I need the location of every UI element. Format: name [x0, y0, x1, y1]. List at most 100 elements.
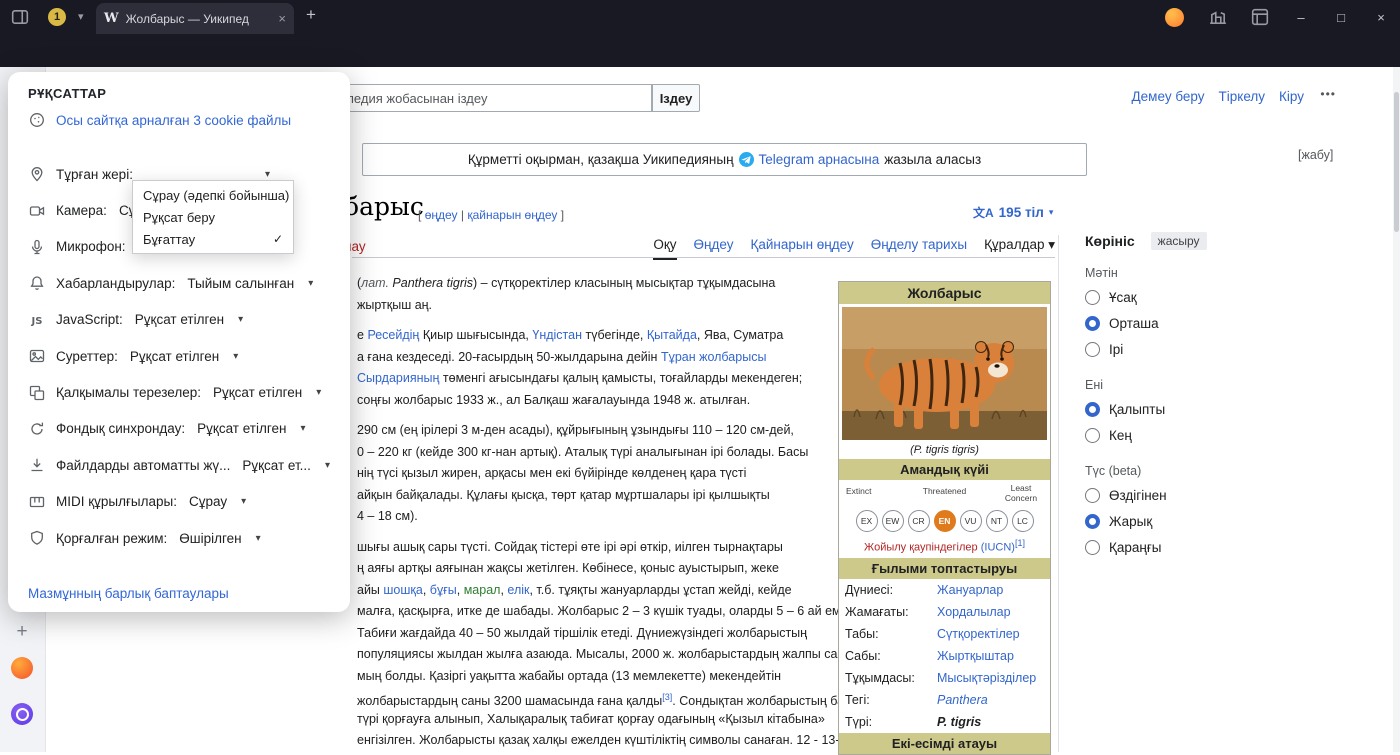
telegram-banner: Құрметті оқырман, қазақша Уикипедияның T… [362, 143, 1087, 176]
scrollbar-thumb[interactable] [1394, 92, 1399, 232]
permission-row[interactable]: Фондық синхрондау:Рұқсат етілген▾ [28, 411, 338, 447]
telegram-link[interactable]: Telegram арнасына [759, 152, 880, 167]
iucn-link[interactable]: (IUCN) [981, 542, 1015, 554]
radio-button[interactable] [1085, 540, 1100, 555]
radio-option[interactable]: Орташа [1085, 310, 1385, 336]
camera-icon [28, 203, 46, 219]
new-tab-button[interactable]: + [306, 5, 316, 25]
article-link[interactable]: Ресейдің [367, 328, 419, 342]
radio-label: Қараңғы [1109, 540, 1161, 555]
radio-option[interactable]: Жарық [1085, 508, 1385, 534]
banner-close-link[interactable]: [жабу] [1298, 148, 1333, 162]
minimize-button[interactable]: – [1284, 4, 1318, 30]
wiki-search-button[interactable]: Іздеу [652, 84, 700, 112]
taxonomy-value[interactable]: Хордалылар [937, 605, 1011, 619]
status-ref[interactable]: [1] [1015, 538, 1025, 548]
dropdown-item[interactable]: Сұрау (әдепкі бойынша) [133, 184, 293, 206]
article-link[interactable]: Сырдарияның [357, 371, 439, 385]
chevron-down-icon[interactable]: ▾ [233, 351, 238, 362]
article-link[interactable]: Тұран жолбарысы [661, 350, 767, 364]
header-link[interactable]: Кіру [1279, 89, 1304, 104]
page-scrollbar[interactable] [1393, 67, 1400, 752]
edit-link[interactable]: өңдеу [425, 208, 458, 222]
chevron-down-icon[interactable]: ▾ [241, 496, 246, 507]
permission-value[interactable]: Сұрау [189, 494, 227, 509]
tab-counter-button[interactable]: 1 [44, 5, 70, 29]
dropdown-item[interactable]: Бұғаттау✓ [133, 228, 293, 250]
radio-button[interactable] [1085, 514, 1100, 529]
cookie-row[interactable]: Осы сайтқа арналған 3 cookie файлы [28, 112, 291, 128]
permission-row[interactable]: JSJavaScript:Рұқсат етілген▾ [28, 302, 338, 338]
radio-button[interactable] [1085, 402, 1100, 417]
wiki-header-menu-icon[interactable]: ••• [1320, 87, 1336, 101]
radio-option[interactable]: Қараңғы [1085, 534, 1385, 560]
radio-option[interactable]: Өздігінен [1085, 482, 1385, 508]
radio-option[interactable]: Ірі [1085, 336, 1385, 362]
dropdown-item[interactable]: Рұқсат беру [133, 206, 293, 228]
permission-row[interactable]: Қалқымалы терезелер:Рұқсат етілген▾ [28, 374, 338, 410]
radio-button[interactable] [1085, 290, 1100, 305]
header-link[interactable]: Тіркелу [1219, 89, 1266, 104]
chevron-down-icon[interactable]: ▾ [238, 314, 243, 325]
tab-list-chevron-icon[interactable]: ▾ [78, 10, 84, 23]
chevron-down-icon[interactable]: ▾ [300, 423, 305, 434]
endangered-link[interactable]: Жойылу қаупіндегілер [864, 542, 978, 554]
permission-row[interactable]: Суреттер:Рұқсат етілген▾ [28, 338, 338, 374]
chevron-down-icon[interactable]: ▾ [325, 460, 330, 471]
permission-value[interactable]: Тыйым салынған [187, 276, 294, 291]
all-content-settings-link[interactable]: Мазмұнның барлық баптаулары [28, 586, 229, 601]
permission-row[interactable]: Қорғалған режим:Өшірілген▾ [28, 520, 338, 556]
article-link[interactable]: бұғы [430, 583, 457, 597]
permission-row[interactable]: Файлдарды автоматты жү...Рұқсат ет...▾ [28, 447, 338, 483]
add-panel-button[interactable]: + [11, 621, 33, 643]
permission-value[interactable]: Рұқсат етілген [213, 385, 302, 400]
article-link[interactable]: Қытайда [647, 328, 697, 342]
article-line: популяциясы жылдан жылға азаюда. Мысалы,… [357, 644, 839, 666]
radio-button[interactable] [1085, 488, 1100, 503]
permission-value[interactable]: Рұқсат ет... [242, 458, 311, 473]
permission-value[interactable]: Рұқсат етілген [130, 349, 219, 364]
permission-value[interactable]: Рұқсат етілген [197, 421, 286, 436]
reference-link[interactable]: [3] [662, 692, 672, 702]
chevron-down-icon[interactable]: ▾ [265, 169, 270, 180]
city-icon[interactable] [1208, 7, 1228, 27]
cookie-files-link[interactable]: Осы сайтқа арналған 3 cookie файлы [56, 113, 291, 128]
language-selector[interactable]: 文А 195 тіл ▾ [973, 204, 1053, 221]
permission-value[interactable]: Рұқсат етілген [135, 312, 224, 327]
maximize-button[interactable]: □ [1324, 4, 1358, 30]
close-window-button[interactable]: × [1364, 4, 1398, 30]
radio-option[interactable]: Ұсақ [1085, 284, 1385, 310]
orange-service-icon[interactable] [11, 657, 33, 679]
radio-button[interactable] [1085, 316, 1100, 331]
chevron-down-icon[interactable]: ▾ [256, 533, 261, 544]
chevron-down-icon[interactable]: ▾ [308, 278, 313, 289]
article-link[interactable]: марал [464, 583, 501, 597]
radio-option[interactable]: Кең [1085, 422, 1385, 448]
taxonomy-value[interactable]: Мысықтәрізділер [937, 671, 1036, 685]
taxonomy-value[interactable]: Жануарлар [937, 583, 1003, 597]
sidebar-board-icon[interactable] [1250, 7, 1270, 27]
edit-source-link[interactable]: қайнарын өңдеу [467, 208, 557, 222]
article-link[interactable]: Үндістан [532, 328, 582, 342]
chevron-down-icon[interactable]: ▾ [316, 387, 321, 398]
taxonomy-value[interactable]: Жыртқыштар [937, 649, 1014, 663]
tab-close-icon[interactable]: × [278, 11, 286, 26]
alice-assistant-icon[interactable] [11, 703, 33, 725]
radio-button[interactable] [1085, 428, 1100, 443]
wiki-search-input[interactable]: Уикипедия жобасынан іздеу [300, 84, 652, 112]
radio-option[interactable]: Қалыпты [1085, 396, 1385, 422]
article-link[interactable]: шошқа [383, 583, 422, 597]
appearance-hide-button[interactable]: жасыру [1151, 232, 1207, 250]
taxonomy-value[interactable]: Сүтқоректілер [937, 627, 1020, 641]
header-link[interactable]: Демеу беру [1132, 89, 1205, 104]
active-tab[interactable]: W Жолбарыс — Уикипед × [96, 3, 294, 34]
permission-row[interactable]: MIDI құрылғылары:Сұрау▾ [28, 484, 338, 520]
article-link[interactable]: елік [507, 583, 529, 597]
tab-panels-icon[interactable] [10, 7, 30, 27]
permission-row[interactable]: Хабарландырулар:Тыйым салынған▾ [28, 265, 338, 301]
permission-value[interactable]: Өшірілген [179, 531, 241, 546]
taxonomy-value[interactable]: Panthera [937, 693, 988, 707]
radio-button[interactable] [1085, 342, 1100, 357]
tiger-image[interactable] [839, 304, 1050, 443]
profile-avatar-icon[interactable] [1164, 7, 1184, 27]
